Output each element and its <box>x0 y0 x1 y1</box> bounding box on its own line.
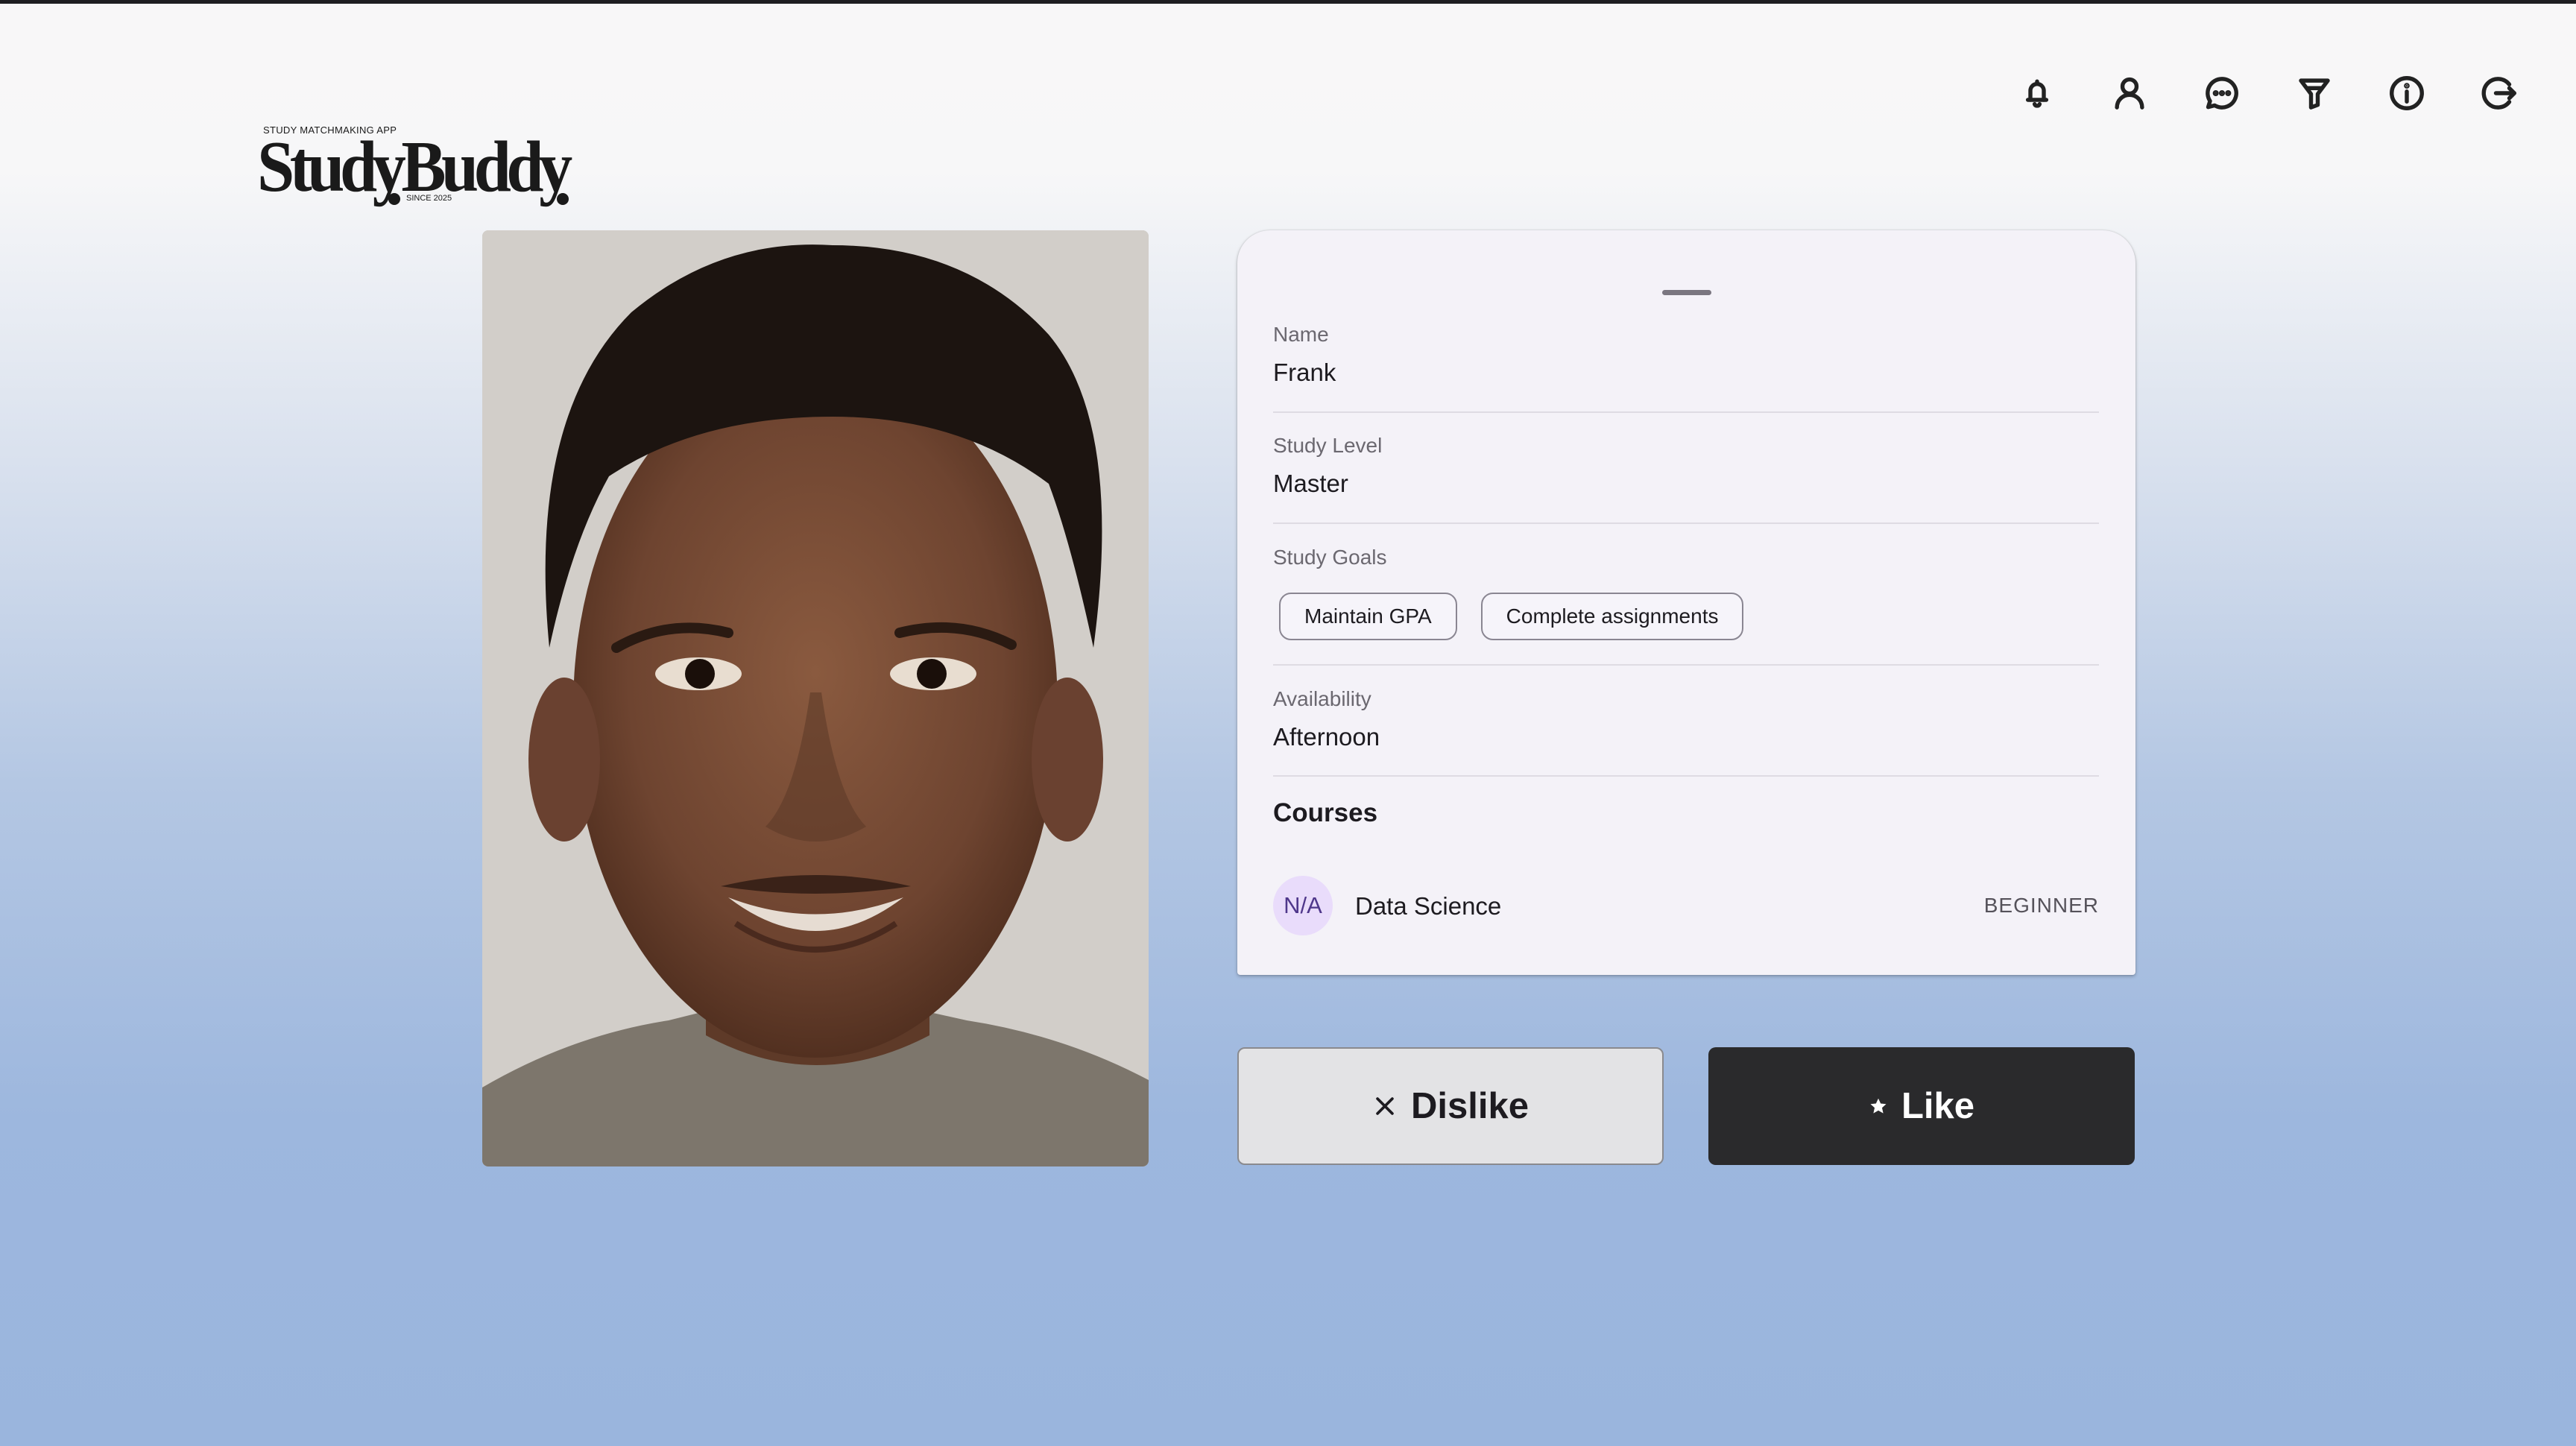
dislike-label: Dislike <box>1411 1086 1529 1126</box>
info-button[interactable] <box>2382 69 2431 118</box>
top-border <box>0 0 2576 4</box>
study-level-label: Study Level <box>1273 434 1383 457</box>
availability-value: Afternoon <box>1273 723 1380 751</box>
courses-heading: Courses <box>1273 798 1378 827</box>
profile-photo <box>482 230 1149 1166</box>
name-field: Name Frank <box>1273 323 2099 387</box>
logout-icon <box>2481 77 2516 110</box>
divider <box>1273 664 2099 666</box>
info-icon <box>2390 76 2424 110</box>
divider <box>1273 775 2099 777</box>
drag-handle[interactable] <box>1662 290 1711 295</box>
logo-wordmark: StudyBuddy <box>257 127 572 207</box>
divider <box>1273 411 2099 413</box>
profile-button[interactable] <box>2105 69 2154 118</box>
name-label: Name <box>1273 323 1329 346</box>
like-label: Like <box>1901 1086 1975 1126</box>
profile-icon <box>2115 77 2144 110</box>
profile-photo-illustration <box>482 230 1149 1166</box>
messages-button[interactable] <box>2197 69 2247 118</box>
chat-icon <box>2206 77 2238 110</box>
logout-button[interactable] <box>2475 69 2524 118</box>
notifications-button[interactable] <box>2012 69 2062 118</box>
divider <box>1273 522 2099 524</box>
availability-field: Availability Afternoon <box>1273 687 2099 751</box>
close-icon <box>1372 1093 1398 1119</box>
course-list-item[interactable]: N/A Data Science BEGINNER <box>1273 876 2099 935</box>
study-goals-field: Study Goals <box>1273 546 2099 569</box>
logo-dot <box>557 193 569 205</box>
like-button[interactable]: Like <box>1708 1047 2135 1165</box>
study-goals-chips: Maintain GPA Complete assignments <box>1279 593 1744 640</box>
filter-button[interactable] <box>2290 69 2339 118</box>
app-logo[interactable]: STUDY MATCHMAKING APP StudyBuddy SINCE 2… <box>257 123 585 212</box>
availability-label: Availability <box>1273 687 1371 710</box>
study-goals-label: Study Goals <box>1273 546 1387 569</box>
star-icon <box>1869 1096 1888 1116</box>
course-level: BEGINNER <box>1983 894 2099 917</box>
goal-chip[interactable]: Maintain GPA <box>1279 593 1457 640</box>
profile-card: Name Frank Study Level Master Study Goal… <box>1237 230 2135 975</box>
filter-icon <box>2299 78 2330 110</box>
study-level-field: Study Level Master <box>1273 434 2099 498</box>
course-name: Data Science <box>1355 892 1502 920</box>
dislike-button[interactable]: Dislike <box>1237 1047 1664 1165</box>
study-level-value: Master <box>1273 470 1348 497</box>
logo-since: SINCE 2025 <box>406 194 452 203</box>
bell-icon <box>2025 79 2049 108</box>
goal-chip[interactable]: Complete assignments <box>1480 593 1744 640</box>
name-value: Frank <box>1273 359 1336 386</box>
logo-dot <box>388 193 400 205</box>
course-avatar: N/A <box>1273 876 1333 935</box>
